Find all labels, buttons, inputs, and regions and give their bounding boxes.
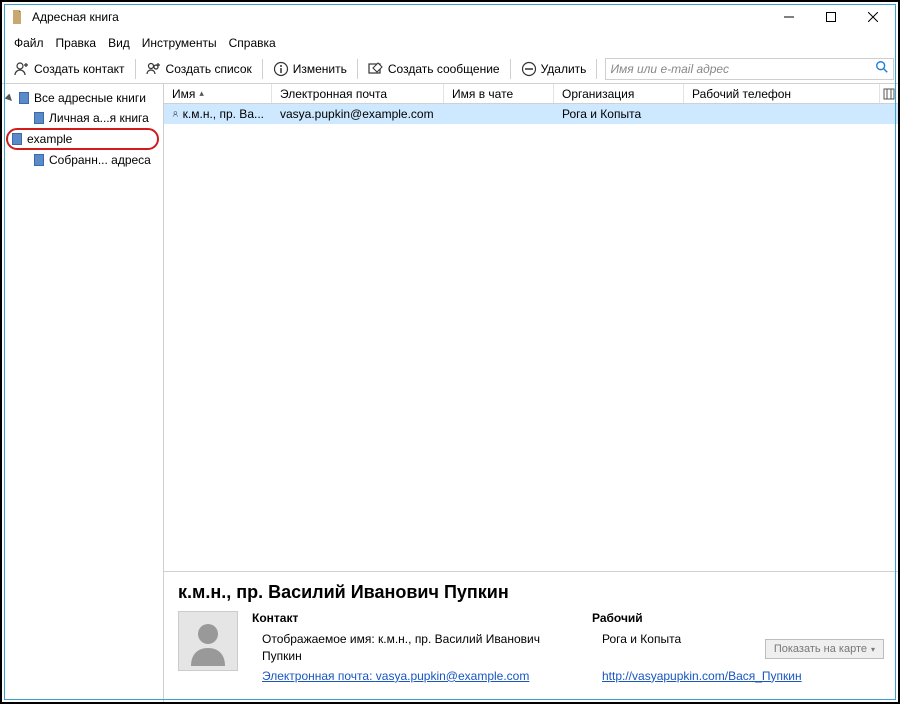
book-icon (17, 91, 31, 105)
url-line: http://vasyapupkin.com/Вася_Пупкин (592, 668, 884, 684)
minimize-button[interactable] (768, 3, 810, 31)
edit-button[interactable]: Изменить (265, 59, 355, 79)
new-list-button[interactable]: Создать список (138, 59, 260, 79)
sidebar: Все адресные книги Личная а...я книга ex… (2, 84, 164, 702)
separator (262, 59, 263, 79)
menu-tools[interactable]: Инструменты (136, 34, 223, 52)
col-config[interactable] (880, 84, 898, 103)
book-icon (32, 111, 46, 125)
email-line: Электронная почта: vasya.pupkin@example.… (252, 668, 552, 684)
book-icon (32, 153, 46, 167)
people-add-icon (146, 61, 162, 77)
separator (135, 59, 136, 79)
compose-icon (368, 61, 384, 77)
col-phone[interactable]: Рабочий телефон (684, 84, 880, 103)
col-email[interactable]: Электронная почта (272, 84, 444, 103)
dropdown-icon: ▾ (871, 645, 875, 654)
menu-file[interactable]: Файл (8, 34, 50, 52)
menu-edit[interactable]: Правка (50, 34, 103, 52)
delete-icon (521, 61, 537, 77)
avatar (178, 611, 238, 671)
sidebar-item-personal[interactable]: Личная а...я книга (2, 108, 163, 128)
maximize-button[interactable] (810, 3, 852, 31)
display-name-line: Отображаемое имя: к.м.н., пр. Василий Ив… (252, 631, 552, 663)
menu-help[interactable]: Справка (223, 34, 282, 52)
show-on-map-button[interactable]: Показать на карте ▾ (765, 639, 884, 659)
sidebar-item-example[interactable]: example (6, 128, 159, 150)
url-link[interactable]: http://vasyapupkin.com/Вася_Пупкин (602, 669, 802, 683)
details-pane: к.м.н., пр. Василий Иванович Пупкин Конт… (164, 571, 898, 702)
search-icon[interactable] (875, 60, 889, 77)
contact-row[interactable]: к.м.н., пр. Ва... vasya.pupkin@example.c… (164, 104, 898, 124)
columns-icon (883, 88, 895, 100)
work-section-title: Рабочий (592, 611, 884, 625)
email-link[interactable]: Электронная почта: vasya.pupkin@example.… (262, 669, 529, 683)
contact-list: к.м.н., пр. Ва... vasya.pupkin@example.c… (164, 104, 898, 571)
contact-section-title: Контакт (252, 611, 552, 625)
compose-button[interactable]: Создать сообщение (360, 59, 508, 79)
delete-button[interactable]: Удалить (513, 59, 595, 79)
toolbar: Создать контакт Создать список Изменить … (2, 54, 898, 84)
window-title: Адресная книга (32, 10, 768, 24)
titlebar: Адресная книга (2, 2, 898, 32)
separator (596, 59, 597, 79)
book-icon (10, 132, 24, 146)
col-name[interactable]: Имя ▴ (164, 84, 272, 103)
person-add-icon (14, 61, 30, 77)
sort-asc-icon: ▴ (199, 88, 204, 99)
details-heading: к.м.н., пр. Василий Иванович Пупкин (178, 582, 884, 603)
app-icon (10, 9, 26, 25)
close-button[interactable] (852, 3, 894, 31)
menubar: Файл Правка Вид Инструменты Справка (2, 32, 898, 54)
twisty-icon[interactable] (4, 93, 15, 104)
person-icon (172, 108, 179, 120)
menu-view[interactable]: Вид (102, 34, 136, 52)
info-icon (273, 61, 289, 77)
sidebar-item-collected[interactable]: Собранн... адреса (2, 150, 163, 170)
separator (357, 59, 358, 79)
new-contact-button[interactable]: Создать контакт (6, 59, 133, 79)
sidebar-root[interactable]: Все адресные книги (2, 88, 163, 108)
search-input[interactable] (610, 62, 875, 76)
separator (510, 59, 511, 79)
col-org[interactable]: Организация (554, 84, 684, 103)
column-headers: Имя ▴ Электронная почта Имя в чате Орган… (164, 84, 898, 104)
search-field-wrap (605, 58, 894, 80)
col-chat[interactable]: Имя в чате (444, 84, 554, 103)
